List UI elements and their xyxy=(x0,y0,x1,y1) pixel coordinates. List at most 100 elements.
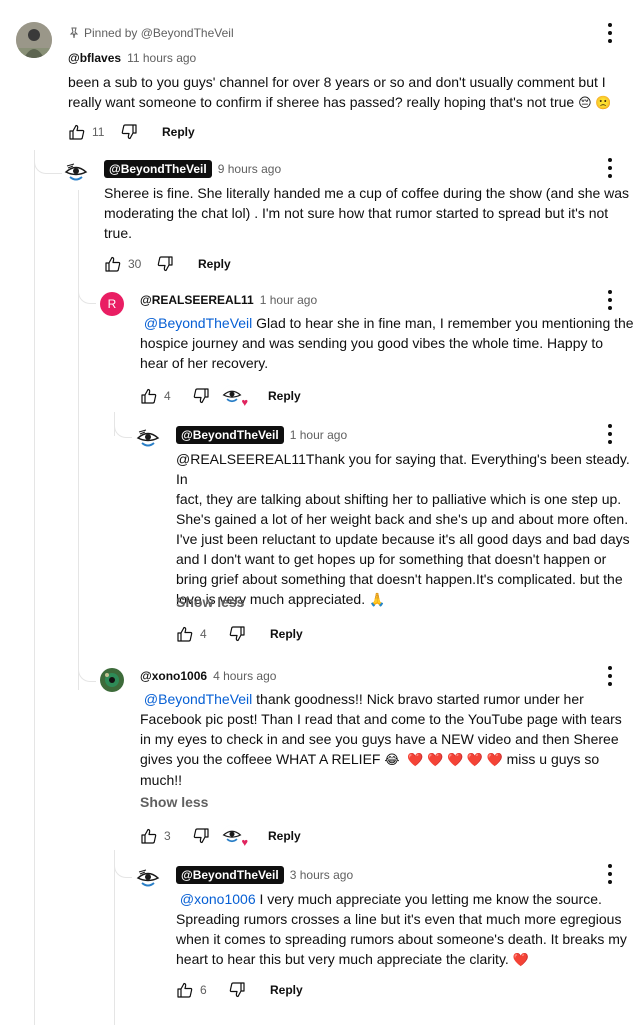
comment-line: She's gained a lot of her weight back an… xyxy=(176,511,629,527)
comment-line: much!! xyxy=(140,772,183,788)
thread-line-main xyxy=(34,150,35,1025)
comment-line: @REALSEEREAL11Thank you for saying that.… xyxy=(176,451,630,487)
creator-avatar-icon xyxy=(222,385,242,405)
creator-heart-badge: ♥ xyxy=(222,385,248,409)
comment-line: @BeyondTheVeil thank goodness!! Nick bra… xyxy=(143,691,584,707)
avatar[interactable] xyxy=(64,160,88,184)
author-name[interactable]: @bflaves xyxy=(68,51,121,65)
like-icon[interactable] xyxy=(140,827,158,845)
timestamp[interactable]: 1 hour ago xyxy=(290,428,347,442)
thread-curve-reply5 xyxy=(114,850,132,878)
dislike-icon[interactable] xyxy=(192,827,210,845)
reply-button[interactable]: Reply xyxy=(270,983,303,997)
avatar[interactable] xyxy=(136,426,160,450)
dislike-icon[interactable] xyxy=(156,255,174,273)
comment-header: @xono1006 4 hours ago xyxy=(140,669,276,683)
comment-line: gives you the coffeee WHAT A RELIEF 😂 ❤️… xyxy=(140,751,600,767)
author-name[interactable]: @BeyondTheVeil xyxy=(176,866,284,884)
comment-text: @BeyondTheVeil thank goodness!! Nick bra… xyxy=(140,689,634,790)
user-photo-icon xyxy=(100,668,124,692)
user-photo-icon xyxy=(16,22,52,58)
mention-link[interactable]: @xono1006 xyxy=(180,891,256,907)
comment-line: @xono1006 I very much appreciate you let… xyxy=(179,891,602,907)
reply-button[interactable]: Reply xyxy=(270,627,303,641)
pin-icon xyxy=(69,27,79,39)
pinned-label: Pinned by @BeyondTheVeil xyxy=(68,26,234,40)
like-count: 30 xyxy=(128,257,142,271)
heart-icon: ♥ xyxy=(241,837,248,849)
show-less-button[interactable]: Show less xyxy=(176,594,244,610)
channel-eye-icon xyxy=(64,160,88,184)
comment-line: hospice journey and was sending you good… xyxy=(140,335,604,351)
channel-eye-icon xyxy=(136,426,160,450)
more-options-icon[interactable] xyxy=(607,290,613,310)
timestamp[interactable]: 3 hours ago xyxy=(290,868,353,882)
avatar[interactable]: R xyxy=(100,292,124,316)
comment-actions: 30 Reply xyxy=(104,254,231,274)
comment-actions: 6 Reply xyxy=(176,980,303,1000)
avatar[interactable] xyxy=(16,22,52,58)
more-options-icon[interactable] xyxy=(607,158,613,178)
comment-text: Sheree is fine. She literally handed me … xyxy=(104,183,634,243)
reply-button[interactable]: Reply xyxy=(268,389,301,403)
laugh-emoji: 😂 xyxy=(384,752,400,767)
comment-line: true. xyxy=(104,225,133,241)
timestamp[interactable]: 4 hours ago xyxy=(213,669,276,683)
comment-line: Facebook pic post! Than I read that and … xyxy=(140,711,622,727)
avatar-letter: R xyxy=(107,297,117,311)
like-count: 11 xyxy=(92,125,105,139)
mention-link[interactable]: @BeyondTheVeil xyxy=(144,691,252,707)
reply-button[interactable]: Reply xyxy=(198,257,231,271)
like-icon[interactable] xyxy=(176,981,194,999)
like-icon[interactable] xyxy=(68,123,86,141)
emoji-sad: 😔 🙁 xyxy=(578,95,612,110)
thread-curve-reply2 xyxy=(78,282,96,304)
comment-line: bring grief about something that doesn't… xyxy=(176,571,623,587)
dislike-icon[interactable] xyxy=(192,387,210,405)
author-name[interactable]: @xono1006 xyxy=(140,669,207,683)
comment-line: I've just been reluctant to update becau… xyxy=(176,531,630,547)
comment-line: moderating the chat lol) . I'm not sure … xyxy=(104,205,609,221)
comment-actions: 11 Reply xyxy=(68,122,195,142)
show-less-button[interactable]: Show less xyxy=(140,794,208,810)
comment-line: hear of her recovery. xyxy=(140,355,269,371)
like-icon[interactable] xyxy=(104,255,122,273)
reply-button[interactable]: Reply xyxy=(268,829,301,843)
author-name[interactable]: @BeyondTheVeil xyxy=(104,160,212,178)
reply-button[interactable]: Reply xyxy=(162,125,195,139)
comment-line: Sheree is fine. She literally handed me … xyxy=(104,185,630,201)
comment-line: really want someone to confirm if sheree… xyxy=(68,94,612,110)
comment-text: been a sub to you guys' channel for over… xyxy=(68,72,628,113)
comment-actions: 4 ♥ Reply xyxy=(140,385,301,409)
comment-line: fact, they are talking about shifting he… xyxy=(176,491,622,507)
timestamp[interactable]: 11 hours ago xyxy=(127,51,196,65)
more-options-icon[interactable] xyxy=(607,424,613,444)
comment-line: heart to hear this but very much appreci… xyxy=(176,951,529,967)
thread-curve-reply4 xyxy=(78,660,96,682)
pinned-text: Pinned by @BeyondTheVeil xyxy=(84,26,234,40)
mention-link[interactable]: @BeyondTheVeil xyxy=(144,315,252,331)
pray-emoji: 🙏 xyxy=(368,592,386,607)
comment-line: love is very much appreciated. 🙏 xyxy=(176,591,386,607)
more-options-icon[interactable] xyxy=(607,666,613,686)
like-icon[interactable] xyxy=(140,387,158,405)
creator-heart-badge: ♥ xyxy=(222,825,248,849)
comment-line: in my eyes to check in and see you guys … xyxy=(140,731,619,747)
author-name[interactable]: @REALSEEREAL11 xyxy=(140,293,254,307)
avatar[interactable] xyxy=(100,668,124,692)
comment-header: @BeyondTheVeil 9 hours ago xyxy=(104,160,281,178)
like-icon[interactable] xyxy=(176,625,194,643)
comment-header: @REALSEEREAL11 1 hour ago xyxy=(140,293,317,307)
dislike-icon[interactable] xyxy=(228,625,246,643)
dislike-icon[interactable] xyxy=(120,123,138,141)
like-count: 4 xyxy=(200,627,207,641)
timestamp[interactable]: 9 hours ago xyxy=(218,162,281,176)
dislike-icon[interactable] xyxy=(228,981,246,999)
author-name[interactable]: @BeyondTheVeil xyxy=(176,426,284,444)
comment-line: when it comes to spreading rumors about … xyxy=(176,931,627,947)
more-options-icon[interactable] xyxy=(607,864,613,884)
more-options-icon[interactable] xyxy=(607,23,613,43)
timestamp[interactable]: 1 hour ago xyxy=(260,293,317,307)
like-count: 3 xyxy=(164,829,171,843)
avatar[interactable] xyxy=(136,866,160,890)
